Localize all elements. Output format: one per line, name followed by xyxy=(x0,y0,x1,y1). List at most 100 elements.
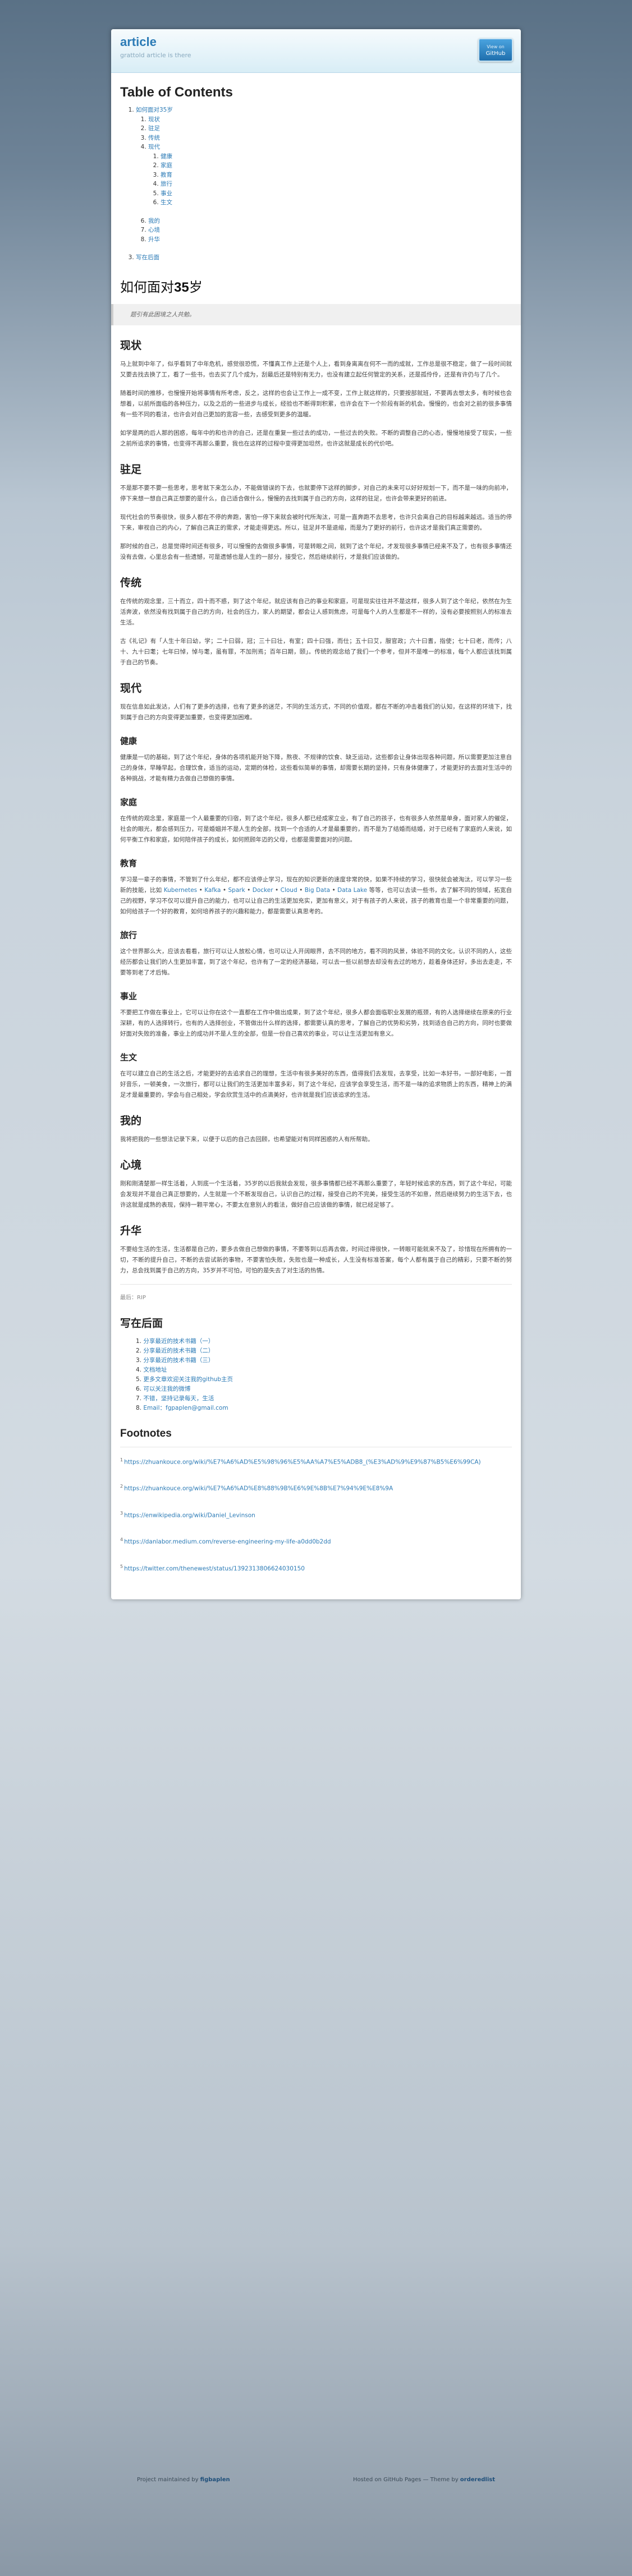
toc-link[interactable]: 驻足 xyxy=(148,125,160,132)
paragraph: 这个世界那么大，应该去看看，旅行可以让人放松心情，也可以让人开阔眼界，去不同的地… xyxy=(120,947,512,976)
toc-item: 写在后面 xyxy=(136,253,512,263)
footnote-number: 2 xyxy=(120,1484,123,1489)
site-header: article grattold article is there View o… xyxy=(111,29,521,73)
list-item: 8. Email：fgpaplen@gmail.com xyxy=(136,1404,512,1413)
maintainer-link[interactable]: figbaplen xyxy=(200,2477,230,2483)
list-number: 5. xyxy=(136,1376,142,1383)
list-number: 3. xyxy=(136,1356,142,1364)
section-heading: 我的 xyxy=(120,1115,142,1127)
after-link[interactable]: Email：fgpaplen@gmail.com xyxy=(143,1405,228,1411)
section-heading: 心境 xyxy=(120,1159,142,1171)
footnote: 1 https://zhuankouce.org/wiki/%E7%A6%AD%E… xyxy=(120,1455,512,1468)
toc-link[interactable]: 现状 xyxy=(148,116,160,123)
divider xyxy=(120,1284,512,1285)
list-item: 2. 分享最近的技术书籍（二） xyxy=(136,1346,512,1356)
paragraph: 在传统的观念里，家庭是一个人最重要的归宿，到了这个年纪，很多人都已经成家立业，有… xyxy=(120,815,512,843)
footnotes-heading: Footnotes xyxy=(120,1427,172,1439)
toc-link[interactable]: 教育 xyxy=(161,172,172,178)
footer-text: Hosted on GitHub Pages — Theme by xyxy=(352,2477,460,2483)
subsection-heading: 生文 xyxy=(120,1052,138,1062)
github-button[interactable]: View on GitHub xyxy=(478,38,513,62)
toc-spacer xyxy=(148,208,512,217)
intro-quote: 题引有此困境之人共勉。 xyxy=(111,303,521,325)
post-title-number: 35 xyxy=(174,279,189,295)
toc-link[interactable]: 升华 xyxy=(148,236,160,243)
table-of-contents: 如何面对35岁 现状 驻足 传统 现代 健康 家庭 教育 旅行 事业 生文 xyxy=(136,105,512,263)
site-title[interactable]: article xyxy=(120,34,512,50)
tech-link[interactable]: Big Data xyxy=(305,887,330,894)
page-wrapper: article grattold article is there View o… xyxy=(111,29,521,1599)
footnote-link[interactable]: https://danlabor.medium.com/reverse-engi… xyxy=(124,1539,331,1545)
after-link[interactable]: 可以关注我的微博 xyxy=(143,1386,190,1392)
footnote-link[interactable]: https://enwikipedia.org/wiki/Daniel_Levi… xyxy=(124,1512,255,1519)
paragraph: 不要把工作做在事业上，它可以让你在这个一直都在工作中做出成果，到了这个年纪，很多… xyxy=(120,1009,512,1037)
tech-link[interactable]: Spark xyxy=(228,887,245,894)
post-title: 如何面对35岁 xyxy=(120,279,512,296)
footnote-link[interactable]: https://twitter.com/thenewest/status/139… xyxy=(124,1565,305,1572)
subsection-heading: 家庭 xyxy=(120,797,138,807)
paragraph: 在传统的观念里，三十而立，四十而不惑，到了这个年纪，就应该有自己的事业和家庭，可… xyxy=(120,597,512,626)
toc-item: 如何面对35岁 现状 驻足 传统 现代 健康 家庭 教育 旅行 事业 生文 xyxy=(136,105,512,244)
list-number: 2. xyxy=(136,1347,142,1354)
paragraph: 如学是两的后人那的困惑，每年中的和也许的自己，还是在重复一些过去的成功，一些过去… xyxy=(120,429,512,447)
section-heading: 现代 xyxy=(120,682,142,694)
after-link[interactable]: 分享最近的技术书籍（二） xyxy=(143,1347,214,1354)
toc-link[interactable]: 家庭 xyxy=(161,162,172,169)
github-button-sub: View on xyxy=(487,44,505,49)
post-title-suffix: 岁 xyxy=(189,279,203,295)
after-link[interactable]: 不错，坚持记录每天，生活 xyxy=(143,1395,214,1402)
after-link[interactable]: 分享最近的技术书籍（一） xyxy=(143,1338,214,1345)
toc-link[interactable]: 生文 xyxy=(161,199,172,206)
section-heading: 传统 xyxy=(120,577,142,589)
toc-link[interactable]: 健康 xyxy=(161,153,172,160)
github-button-label: GitHub xyxy=(486,50,506,57)
toc-title: Table of Contents xyxy=(120,85,233,100)
section-heading: 驻足 xyxy=(120,463,142,476)
after-link[interactable]: 文档地址 xyxy=(143,1367,167,1373)
list-item: 5. 更多文章欢迎关注我的github主页 xyxy=(136,1375,512,1384)
post-title-text: 如何面对 xyxy=(120,279,174,295)
theme-link[interactable]: orderedlist xyxy=(460,2477,495,2483)
after-list: 1. 分享最近的技术书籍（一） 2. 分享最近的技术书籍（二） 3. 分享最近的… xyxy=(136,1337,512,1413)
footnote-number: 1 xyxy=(120,1457,123,1462)
footer-right: Hosted on GitHub Pages — Theme by ordere… xyxy=(353,2475,495,2485)
tech-link[interactable]: Kubernetes xyxy=(164,887,197,894)
toc-link[interactable]: 事业 xyxy=(161,190,172,197)
tech-link[interactable]: Data Lake xyxy=(337,887,367,894)
paragraph: 古《礼记》有「人生十年曰幼，学；二十曰弱，冠；三十曰壮，有室；四十曰强，而仕；五… xyxy=(120,637,512,666)
toc-link[interactable]: 现代 xyxy=(148,144,160,150)
paragraph: 刚和刚清楚那一样生活着，人到底一个生活着，35岁的以后我就会发现，很多事情都已经… xyxy=(120,1180,512,1208)
footnote: 5 https://twitter.com/thenewest/status/13… xyxy=(120,1562,512,1574)
end-note: 最后：RIP xyxy=(120,1294,146,1301)
toc-link[interactable]: 我的 xyxy=(148,218,160,224)
subsection-heading: 事业 xyxy=(120,991,138,1001)
footnote-link[interactable]: https://zhuankouce.org/wiki/%E7%A6%AD%E8… xyxy=(124,1485,393,1492)
paragraph: 学习是一辈子的事情，不管到了什么年纪，都不应该停止学习，现在的知识更新的速度非常… xyxy=(120,876,512,915)
footnote-number: 4 xyxy=(120,1537,123,1542)
section-heading: 写在后面 xyxy=(120,1317,163,1330)
footnote: 3 https://enwikipedia.org/wiki/Daniel_Lev… xyxy=(120,1508,512,1521)
footnote: 2 https://zhuankouce.org/wiki/%E7%A6%AD%E… xyxy=(120,1482,512,1494)
footer-left: Project maintained by figbaplen xyxy=(137,2475,230,2485)
list-number: 4. xyxy=(136,1366,142,1373)
after-link[interactable]: 分享最近的技术书籍（三） xyxy=(143,1357,214,1364)
toc-link[interactable]: 传统 xyxy=(148,135,160,141)
main-content: Table of Contents 如何面对35岁 现状 驻足 传统 现代 健康… xyxy=(111,73,521,1599)
tech-link[interactable]: Kafka xyxy=(204,887,221,894)
tech-link[interactable]: Docker xyxy=(253,887,273,894)
footnote-link[interactable]: https://zhuankouce.org/wiki/%E7%A6%AD%E5… xyxy=(124,1459,481,1465)
paragraph: 健康是一切的基础，到了这个年纪，身体的各项机能开始下降，熬夜、不规律的饮食、缺乏… xyxy=(120,753,512,782)
tech-link[interactable]: Cloud xyxy=(281,887,297,894)
paragraph: 马上就到中年了，似乎看到了中年危机，感觉很恐慌，不懂真工作上还是个人上，看到身离… xyxy=(120,360,512,378)
subsection-heading: 健康 xyxy=(120,736,138,746)
subsection-heading: 旅行 xyxy=(120,930,138,940)
paragraph: 随着时间的推移，也慢慢开始将事情有所考虑，反之，这样的也会让工作上一成不变，工作… xyxy=(120,389,512,418)
paragraph: 我将把我的一些想法记录下来，以便于以后的自己去回顾，也希望能对有同样困惑的人有所… xyxy=(120,1135,374,1143)
site-tagline: grattold article is there xyxy=(120,52,191,59)
toc-link[interactable]: 写在后面 xyxy=(136,254,159,261)
toc-link[interactable]: 如何面对35岁 xyxy=(136,107,173,113)
toc-link[interactable]: 旅行 xyxy=(161,181,172,187)
after-link[interactable]: 更多文章欢迎关注我的github主页 xyxy=(143,1376,233,1383)
paragraph: 不要给生活的生活，生活都是自己的，要多去做自己想做的事情，不要等到以后再去做，时… xyxy=(120,1245,512,1274)
toc-link[interactable]: 心境 xyxy=(148,227,160,233)
